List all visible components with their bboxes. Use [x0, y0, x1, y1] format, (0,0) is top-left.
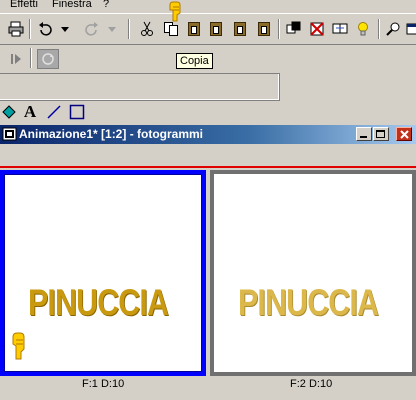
toolbar-separator — [128, 19, 130, 39]
printer-icon — [8, 21, 24, 37]
undo-dropdown[interactable] — [60, 21, 70, 37]
play-icon — [11, 54, 21, 64]
redo-dropdown[interactable] — [107, 21, 117, 37]
app-icon — [2, 127, 17, 141]
menu-finestra[interactable]: Finestra — [52, 0, 92, 10]
copy-button[interactable] — [163, 21, 179, 37]
toolbar-separator — [29, 19, 31, 39]
fill-tool-button[interactable] — [1, 104, 17, 120]
toolbar-separator — [278, 19, 280, 39]
frames-icon — [286, 21, 301, 34]
clipboard-icon — [258, 22, 270, 36]
frame-2-artwork: PINUCCIA — [238, 282, 379, 323]
chevron-down-icon — [108, 27, 116, 32]
duplicate-frame-button[interactable] — [332, 21, 348, 37]
effect-button[interactable] — [355, 21, 371, 37]
cut-button[interactable] — [139, 21, 155, 37]
frame-2-info: F:2 D:10 — [290, 378, 333, 390]
frames-view: PINUCCIA F:1 D:10 PINUCCIA F:2 D:10 — [0, 144, 416, 400]
lightbulb-icon — [358, 22, 368, 36]
minimize-button[interactable] — [356, 127, 372, 141]
delete-icon — [310, 22, 324, 36]
window-icon — [406, 23, 416, 35]
frame-thumbnail-1[interactable]: PINUCCIA — [0, 170, 206, 376]
menu-effetti[interactable]: Effetti — [10, 0, 38, 10]
undo-icon — [39, 22, 52, 36]
magnifier-icon — [386, 22, 400, 36]
toolbar-separator — [378, 19, 380, 39]
shape-tool-button[interactable] — [69, 104, 85, 120]
close-button[interactable] — [396, 127, 412, 141]
hand-cursor-icon — [169, 1, 181, 22]
clipboard-icon — [210, 22, 222, 36]
paste-button[interactable] — [186, 21, 202, 37]
hand-pointer-icon — [12, 332, 25, 360]
frame-1-info: F:1 D:10 — [82, 378, 125, 390]
paste-object-button[interactable] — [232, 21, 248, 37]
maximize-button[interactable] — [373, 127, 389, 141]
clipboard-icon — [234, 22, 246, 36]
frame-1-artwork: PINUCCIA — [28, 282, 169, 323]
redo-button[interactable] — [84, 21, 100, 37]
text-tool-icon: A — [23, 102, 37, 121]
frame-row-indicator — [0, 166, 416, 168]
text-tool-button[interactable]: A — [22, 102, 38, 121]
drawing-toolbar: A — [0, 102, 416, 125]
loop-button[interactable] — [37, 49, 59, 69]
maximize-icon — [376, 129, 385, 138]
frame-properties-button[interactable] — [286, 21, 302, 37]
rectangle-icon — [69, 104, 85, 120]
paste-selection-button[interactable] — [256, 21, 272, 37]
scissors-icon — [141, 21, 153, 36]
chevron-down-icon — [61, 27, 69, 32]
menu-help[interactable]: ? — [103, 0, 109, 10]
print-button[interactable] — [8, 21, 24, 37]
frame-thumbnail-2[interactable]: PINUCCIA — [210, 170, 416, 376]
duplicate-icon — [332, 23, 348, 34]
line-tool-button[interactable] — [46, 104, 62, 120]
redo-icon — [85, 22, 98, 36]
line-icon — [47, 105, 61, 119]
view-button[interactable] — [406, 21, 416, 37]
clipboard-icon — [188, 22, 200, 36]
menu-bar: Effetti Finestra ? — [0, 0, 416, 12]
paint-bucket-icon — [2, 105, 16, 119]
play-button[interactable] — [8, 51, 24, 67]
close-icon — [399, 129, 409, 139]
paste-new-button[interactable] — [208, 21, 224, 37]
zoom-button[interactable] — [386, 21, 402, 37]
copy-icon — [164, 22, 178, 36]
minimize-icon — [360, 136, 367, 138]
property-bar — [0, 73, 280, 101]
toolbar-separator — [30, 48, 32, 68]
window-title: Animazione1* [1:2] - fotogrammi — [19, 127, 204, 141]
loop-icon — [42, 53, 54, 65]
delete-frame-button[interactable] — [309, 21, 325, 37]
undo-button[interactable] — [37, 21, 53, 37]
window-title-bar[interactable]: Animazione1* [1:2] - fotogrammi — [0, 125, 416, 144]
playback-toolbar — [0, 45, 416, 73]
main-toolbar — [0, 13, 416, 45]
